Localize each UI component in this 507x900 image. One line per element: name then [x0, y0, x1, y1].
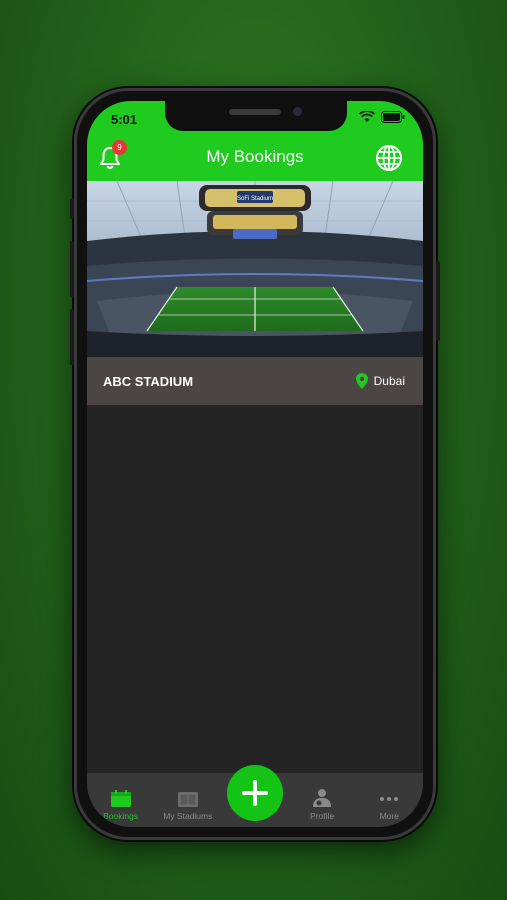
volume-up-button	[70, 241, 74, 297]
stadium-name: ABC STADIUM	[103, 373, 194, 389]
location-pin-icon	[355, 373, 368, 389]
tab-label: More	[379, 811, 400, 821]
tab-bookings[interactable]: Bookings	[87, 773, 154, 827]
more-icon	[380, 797, 399, 801]
front-camera	[293, 107, 302, 116]
status-icons	[359, 111, 405, 123]
tab-profile[interactable]: Profile	[289, 773, 356, 827]
stadium-info-bar: ABC STADIUM Dubai	[87, 357, 423, 405]
scoreboard-text: SoFi Stadium	[237, 196, 273, 202]
mute-switch	[70, 199, 74, 219]
tab-more[interactable]: More	[356, 773, 423, 827]
status-time: 5:01	[111, 112, 138, 127]
stadium-image: SoFi Stadium	[87, 181, 423, 357]
battery-icon	[381, 111, 405, 123]
tab-label: My Stadiums	[163, 811, 213, 821]
globe-icon[interactable]	[375, 144, 403, 172]
location-label: Dubai	[373, 374, 405, 388]
phone-frame: 5:01 9 My Bookings SoFi Stadium ABC STAD…	[70, 88, 440, 840]
tab-label: Profile	[310, 811, 335, 821]
app-header: 5:01 9 My Bookings	[87, 101, 423, 181]
page-title: My Bookings	[206, 147, 304, 166]
stadium-location: Dubai	[355, 373, 405, 389]
speaker-grille	[229, 109, 281, 115]
tab-my-stadiums[interactable]: My Stadiums	[154, 773, 221, 827]
power-button	[436, 261, 440, 341]
calendar-icon	[110, 790, 131, 807]
booking-card[interactable]: SoFi Stadium ABC STADIUM Dubai	[87, 181, 423, 405]
profile-icon	[313, 789, 332, 807]
volume-down-button	[70, 309, 74, 365]
phone-notch	[165, 101, 347, 131]
stadium-icon	[177, 792, 198, 807]
add-booking-button[interactable]	[227, 765, 283, 821]
wifi-icon	[359, 111, 375, 122]
tab-label: Bookings	[103, 811, 139, 821]
app-screen: 5:01 9 My Bookings SoFi Stadium ABC STAD…	[87, 101, 423, 827]
add-icon	[242, 780, 268, 806]
